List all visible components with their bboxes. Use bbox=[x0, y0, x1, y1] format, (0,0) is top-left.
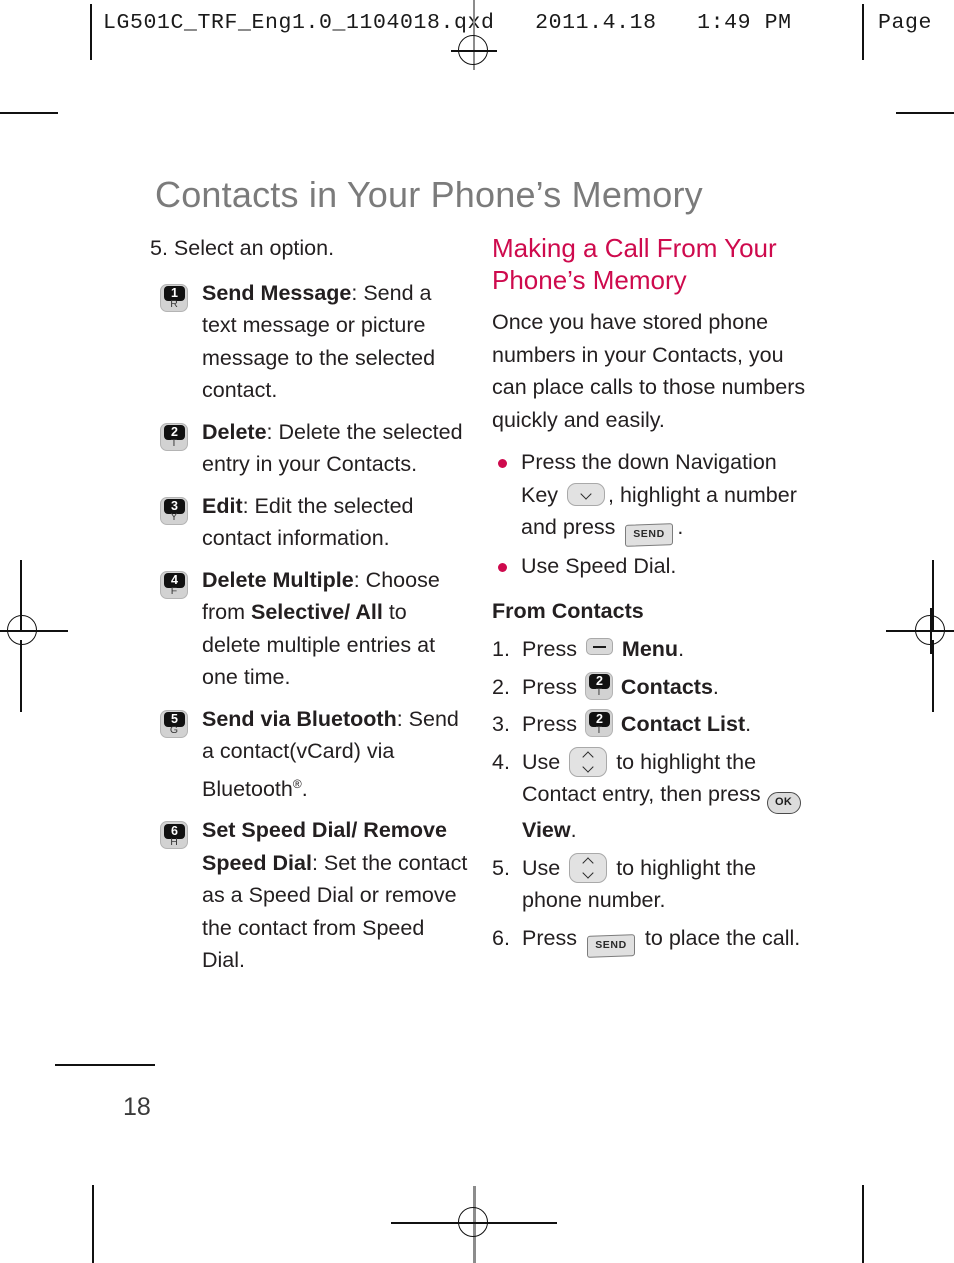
header-rule-left bbox=[90, 4, 92, 60]
trim-mark-top-left bbox=[0, 112, 58, 114]
option-term: Send Message bbox=[202, 280, 352, 305]
bullet-use-speed-dial: Use Speed Dial. bbox=[492, 550, 817, 583]
right-column: Making a Call From Your Phone’s Memory O… bbox=[492, 232, 817, 962]
left-soft-key-icon bbox=[585, 638, 613, 655]
step-bold: Contacts bbox=[620, 674, 713, 699]
step-bold: Contact List bbox=[620, 712, 746, 736]
trim-mark-bottom-right-edge bbox=[862, 1185, 864, 1263]
trim-mark-top-right bbox=[896, 112, 954, 114]
page-title: Contacts in Your Phone’s Memory bbox=[155, 174, 703, 216]
step-text-a: Use bbox=[522, 749, 567, 774]
registration-mark-left bbox=[0, 608, 68, 654]
step-number: 4. bbox=[492, 749, 510, 774]
step-text-b: to place the call. bbox=[638, 925, 801, 950]
option-delete: 2 T Delete: Delete the selected entry in… bbox=[150, 416, 470, 481]
keycap-letter: G bbox=[169, 724, 179, 736]
header-file-line: LG501C_TRF_Eng1.0_1104018.qxd 2011.4.18 … bbox=[103, 11, 792, 35]
page-number: 18 bbox=[123, 1093, 151, 1121]
keycap-letter: R bbox=[170, 298, 178, 310]
keycap-1-r-icon: 1 R bbox=[160, 282, 188, 315]
keycap-5-g-icon: 5 G bbox=[160, 708, 188, 741]
option-send-message: 1 R Send Message: Send a text message or… bbox=[150, 277, 470, 407]
bullet-press-navigation: Press the down Navigation Key , highligh… bbox=[492, 446, 817, 547]
option-set-speed-dial: 6 H Set Speed Dial/ Remove Speed Dial: S… bbox=[150, 814, 470, 977]
step-number: 5. bbox=[492, 855, 510, 880]
step-1: 1. Press Menu. bbox=[492, 633, 817, 666]
option-delete-multiple: 4 F Delete Multiple: Choose from Selecti… bbox=[150, 564, 470, 694]
step-number: 6. bbox=[492, 925, 510, 950]
step-5: 5. Use to highlight the phone number. bbox=[492, 852, 817, 917]
keycap-letter: F bbox=[170, 585, 178, 597]
step-lead: 5. Select an option. bbox=[150, 236, 335, 260]
option-term: Send via Bluetooth bbox=[202, 706, 397, 731]
step-text-c: . bbox=[745, 712, 752, 736]
send-key-label: SEND bbox=[633, 528, 666, 540]
keycap-3-y-icon: 3 Y bbox=[160, 495, 188, 528]
step-bold: Menu bbox=[621, 637, 679, 661]
keycap-letter: T bbox=[170, 437, 178, 449]
left-column: 5. Select an option. 1 R Send Message: S… bbox=[150, 232, 470, 986]
step-number: 1. bbox=[492, 637, 510, 661]
registration-mark-bottom bbox=[391, 1200, 557, 1246]
step-text-c: . bbox=[570, 818, 577, 842]
step-number: 2. bbox=[492, 674, 510, 699]
option-term: Edit bbox=[202, 493, 243, 518]
step-number: 3. bbox=[492, 712, 510, 736]
step-3: 3. Press 2T Contact List. bbox=[492, 708, 817, 741]
keycap-6-h-icon: 6 H bbox=[160, 819, 188, 852]
keycap-2-t-icon: 2T bbox=[584, 671, 613, 700]
keycap-2-t-icon: 2 T bbox=[160, 421, 188, 454]
step-text-a: Press bbox=[522, 925, 583, 950]
step-text-c: . bbox=[712, 674, 719, 699]
trim-mark-bottom-left bbox=[55, 1064, 155, 1066]
step-text-a: Press bbox=[522, 674, 583, 699]
step-text-a: Use bbox=[522, 855, 567, 880]
up-down-navigation-key-icon bbox=[569, 746, 608, 777]
step-text-a: Press bbox=[522, 637, 583, 661]
section-title: Making a Call From Your Phone’s Memory bbox=[492, 233, 777, 295]
step-4: 4. Use to highlight the Contact entry, th… bbox=[492, 746, 817, 847]
subsection-from-contacts: From Contacts bbox=[492, 598, 644, 623]
keycap-2-t-icon: 2T bbox=[584, 709, 613, 737]
send-key-icon: SEND bbox=[586, 933, 635, 958]
option-desc-tail: . bbox=[301, 776, 308, 801]
down-navigation-key-icon bbox=[567, 482, 606, 506]
up-down-navigation-key-icon bbox=[569, 852, 608, 883]
keycap-letter: T bbox=[595, 723, 603, 736]
option-edit: 3 Y Edit: Edit the selected contact info… bbox=[150, 490, 470, 555]
option-term: Delete Multiple bbox=[202, 567, 354, 592]
send-key-label: SEND bbox=[595, 938, 627, 951]
step-text-a: Press bbox=[522, 712, 583, 736]
option-term: Delete bbox=[202, 419, 267, 444]
header-rule-right bbox=[862, 4, 864, 60]
registration-mark-right bbox=[886, 608, 954, 654]
send-key-icon: SEND bbox=[625, 523, 674, 547]
bullet-text-c: . bbox=[677, 515, 684, 539]
registration-mark-top bbox=[451, 28, 497, 74]
option-emphasis: Selective/ All bbox=[250, 600, 383, 624]
registered-mark: ® bbox=[292, 776, 302, 791]
keycap-letter: T bbox=[595, 686, 603, 698]
trim-mark-bottom-left-edge bbox=[92, 1185, 94, 1263]
section-intro: Once you have stored phone numbers in yo… bbox=[492, 310, 806, 432]
manual-page: LG501C_TRF_Eng1.0_1104018.qxd 2011.4.18 … bbox=[0, 0, 954, 1263]
option-send-via-bluetooth: 5 G Send via Bluetooth: Send a contact(v… bbox=[150, 703, 470, 806]
header-page-label: Page bbox=[878, 11, 933, 35]
keycap-4-f-icon: 4 F bbox=[160, 569, 188, 602]
keycap-letter: Y bbox=[170, 511, 178, 523]
keycap-letter: H bbox=[170, 835, 178, 848]
ok-key-icon: OK bbox=[766, 792, 801, 814]
bullet-text: Use Speed Dial. bbox=[521, 554, 677, 578]
step-6: 6. Press SEND to place the call. bbox=[492, 922, 817, 958]
step-bold: View bbox=[522, 818, 571, 842]
step-text-c: . bbox=[678, 637, 685, 661]
step-2: 2. Press 2T Contacts. bbox=[492, 671, 817, 704]
